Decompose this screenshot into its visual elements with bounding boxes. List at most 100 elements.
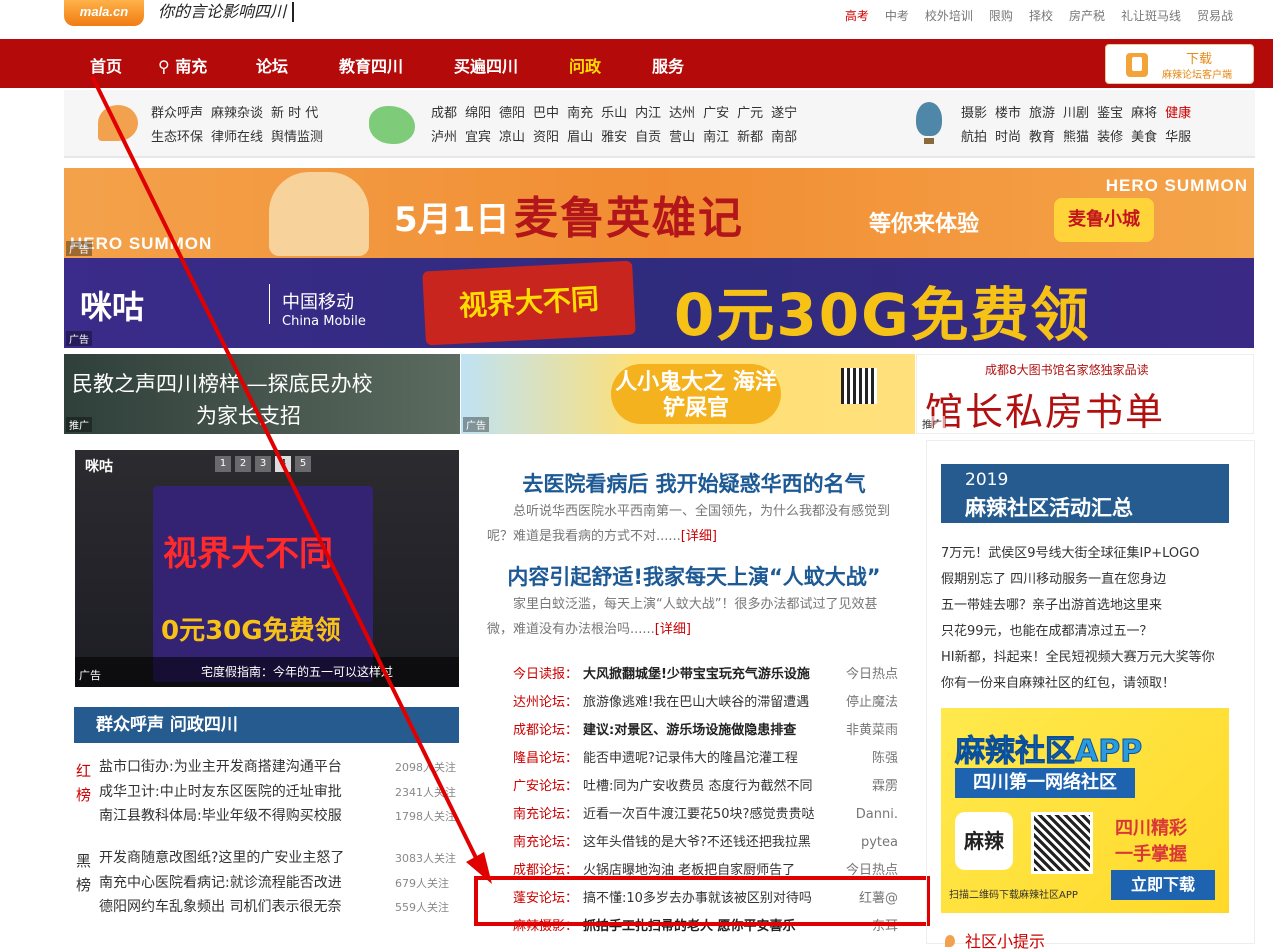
- news-source[interactable]: 今日读报：: [513, 661, 578, 689]
- channel-link[interactable]: 川剧: [1063, 102, 1089, 121]
- hot-link[interactable]: 择校: [1029, 7, 1053, 24]
- channel-link[interactable]: 营山: [669, 126, 695, 145]
- channel-link[interactable]: 巴中: [533, 102, 559, 121]
- rank-row[interactable]: 南江县教科体局:毕业年级不得购买校服 1798人关注: [99, 805, 459, 829]
- private-school-promo[interactable]: 民教之声四川榜样 —探底民办校 为家长支招 推广: [64, 354, 460, 434]
- download-now-button[interactable]: 立即下载: [1111, 870, 1215, 900]
- news-source[interactable]: 达州论坛：: [513, 689, 578, 717]
- news-title[interactable]: 建议:对景区、游乐场设施做隐患排查: [583, 717, 833, 745]
- channel-link[interactable]: 装修: [1097, 126, 1123, 145]
- channel-link[interactable]: 成都: [431, 102, 457, 121]
- news-author[interactable]: 霖雳: [838, 773, 898, 801]
- rank-row[interactable]: 德阳网约车乱象频出 司机们表示很无奈 559人关注: [99, 896, 459, 920]
- site-logo[interactable]: mala.cn: [64, 0, 144, 26]
- slide-dot[interactable]: 4: [275, 456, 291, 472]
- channel-link[interactable]: 资阳: [533, 126, 559, 145]
- channel-link[interactable]: 宜宾: [465, 126, 491, 145]
- channel-link[interactable]: 凉山: [499, 126, 525, 145]
- channel-link[interactable]: 舆情监测: [271, 126, 323, 145]
- news-author[interactable]: 非黄菜雨: [838, 717, 898, 745]
- news-row[interactable]: 隆昌论坛： 能否申遗呢?记录伟大的隆昌沱灌工程 陈强: [513, 745, 898, 773]
- slide-caption[interactable]: 宅度假指南：今年的五一可以这样过: [75, 657, 459, 687]
- rank-title[interactable]: 成华卫计:中止时友东区医院的迁址审批: [99, 781, 389, 801]
- slide-dot[interactable]: 2: [235, 456, 251, 472]
- news-author[interactable]: 今日热点: [838, 661, 898, 689]
- channel-link[interactable]: 教育: [1029, 126, 1055, 145]
- slide-dot[interactable]: 5: [295, 456, 311, 472]
- channel-link[interactable]: 达州: [669, 102, 695, 121]
- section-title[interactable]: 群众呼声 问政四川: [74, 707, 459, 743]
- channel-link[interactable]: 麻辣杂谈: [211, 102, 263, 121]
- activity-link[interactable]: 7万元！武侯区9号线大街全球征集IP+LOGO: [941, 542, 1241, 561]
- channel-link[interactable]: 南江: [703, 126, 729, 145]
- news-title[interactable]: 吐槽:同为广安收费员 态度行为截然不同: [583, 773, 833, 801]
- nav-wenzheng[interactable]: 问政: [569, 53, 601, 77]
- rank-row[interactable]: 开发商随意改图纸?这里的广安业主怒了 3083人关注: [99, 847, 459, 871]
- channel-link[interactable]: 南充: [567, 102, 593, 121]
- channel-link[interactable]: 绵阳: [465, 102, 491, 121]
- channel-link[interactable]: 广安: [703, 102, 729, 121]
- news-row[interactable]: 成都论坛： 建议:对景区、游乐场设施做隐患排查 非黄菜雨: [513, 717, 898, 745]
- hot-link[interactable]: 礼让斑马线: [1121, 7, 1181, 24]
- news-title[interactable]: 近看一次百牛渡江要花50块?感觉贵贵哒: [583, 801, 833, 829]
- news-row[interactable]: 广安论坛： 吐槽:同为广安收费员 态度行为截然不同 霖雳: [513, 773, 898, 801]
- channel-link[interactable]: 群众呼声: [151, 102, 203, 121]
- news-source[interactable]: 南充论坛：: [513, 801, 578, 829]
- channel-link[interactable]: 内江: [635, 102, 661, 121]
- hot-link[interactable]: 房产税: [1069, 7, 1105, 24]
- channel-link[interactable]: 时尚: [995, 126, 1021, 145]
- news-author[interactable]: Danni.: [838, 801, 898, 829]
- news-row[interactable]: 今日读报： 大风掀翻城堡!少带宝宝玩充气游乐设施 今日热点: [513, 661, 898, 689]
- rank-row[interactable]: 南充中心医院看病记:就诊流程能否改进 679人关注: [99, 872, 459, 896]
- activity-link[interactable]: HI新都，抖起来！全民短视频大赛万元大奖等你: [941, 646, 1241, 665]
- activity-link[interactable]: 假期别忘了 四川移动服务一直在您身边: [941, 568, 1241, 587]
- channel-link[interactable]: 摄影: [961, 102, 987, 121]
- channel-link[interactable]: 泸州: [431, 126, 457, 145]
- news-author[interactable]: pytea: [838, 829, 898, 857]
- news-title[interactable]: 旅游像逃难!我在巴山大峡谷的滞留遭遇: [583, 689, 833, 717]
- channel-link[interactable]: 航拍: [961, 126, 987, 145]
- community-tip-title[interactable]: 社区小提示: [945, 928, 1045, 952]
- activity-summary-banner[interactable]: 2019 麻辣社区活动汇总: [941, 464, 1229, 523]
- hot-link[interactable]: 校外培训: [925, 7, 973, 24]
- channel-link[interactable]: 雅安: [601, 126, 627, 145]
- channel-link[interactable]: 健康: [1165, 102, 1191, 121]
- news-row[interactable]: 南充论坛： 这年头借钱的是大爷?不还钱还把我拉黑 pytea: [513, 829, 898, 857]
- news-source[interactable]: 南充论坛：: [513, 829, 578, 857]
- rank-title[interactable]: 盐市口街办:为业主开发商搭建沟通平台: [99, 756, 389, 776]
- nav-forum[interactable]: 论坛: [256, 53, 288, 77]
- channel-link[interactable]: 遂宁: [771, 102, 797, 121]
- rank-title[interactable]: 南江县教科体局:毕业年级不得购买校服: [99, 805, 389, 825]
- activity-link[interactable]: 你有一份来自麻辣社区的红包，请领取！: [941, 672, 1241, 691]
- channel-link[interactable]: 美食: [1131, 126, 1157, 145]
- nav-city[interactable]: ⚲ 南充: [158, 53, 207, 77]
- news-source[interactable]: 隆昌论坛：: [513, 745, 578, 773]
- news-row[interactable]: 达州论坛： 旅游像逃难!我在巴山大峡谷的滞留遭遇 停止魔法: [513, 689, 898, 717]
- news-source[interactable]: 成都论坛：: [513, 717, 578, 745]
- channel-link[interactable]: 生态环保: [151, 126, 203, 145]
- rank-title[interactable]: 开发商随意改图纸?这里的广安业主怒了: [99, 847, 389, 867]
- app-download-ad[interactable]: 麻辣社区APP 四川第一网络社区 麻辣 四川精彩 一手掌握 扫描二维码下载麻辣社区…: [941, 708, 1229, 913]
- hot-link[interactable]: 中考: [885, 7, 909, 24]
- hot-link[interactable]: 贸易战: [1197, 7, 1233, 24]
- rank-row[interactable]: 成华卫计:中止时友东区医院的迁址审批 2341人关注: [99, 781, 459, 805]
- channel-link[interactable]: 旅游: [1029, 102, 1055, 121]
- rank-title[interactable]: 德阳网约车乱象频出 司机们表示很无奈: [99, 896, 389, 916]
- game-ad-banner[interactable]: HERO SUMMON HERO SUMMON 5月1日 麦鲁英雄记 等你来体验…: [64, 168, 1254, 258]
- nav-service[interactable]: 服务: [652, 53, 684, 77]
- slide-dot[interactable]: 3: [255, 456, 271, 472]
- activity-link[interactable]: 五一带娃去哪？亲子出游首选地这里来: [941, 594, 1241, 613]
- channel-link[interactable]: 乐山: [601, 102, 627, 121]
- channel-link[interactable]: 熊猫: [1063, 126, 1089, 145]
- news-author[interactable]: 停止魔法: [838, 689, 898, 717]
- hot-link[interactable]: 高考: [845, 7, 869, 24]
- nav-home[interactable]: 首页: [90, 53, 122, 77]
- news-title[interactable]: 大风掀翻城堡!少带宝宝玩充气游乐设施: [583, 661, 833, 689]
- channel-link[interactable]: 新 时 代: [271, 102, 318, 121]
- rank-title[interactable]: 南充中心医院看病记:就诊流程能否改进: [99, 872, 389, 892]
- activity-link[interactable]: 只花99元，也能在成都清凉过五一？: [941, 620, 1241, 639]
- channel-link[interactable]: 楼市: [995, 102, 1021, 121]
- news-row[interactable]: 南充论坛： 近看一次百牛渡江要花50块?感觉贵贵哒 Danni.: [513, 801, 898, 829]
- feature-slideshow[interactable]: 咪咕 12345 视界大不同 0元30G免费领 宅度假指南：今年的五一可以这样过…: [75, 450, 459, 687]
- channel-link[interactable]: 眉山: [567, 126, 593, 145]
